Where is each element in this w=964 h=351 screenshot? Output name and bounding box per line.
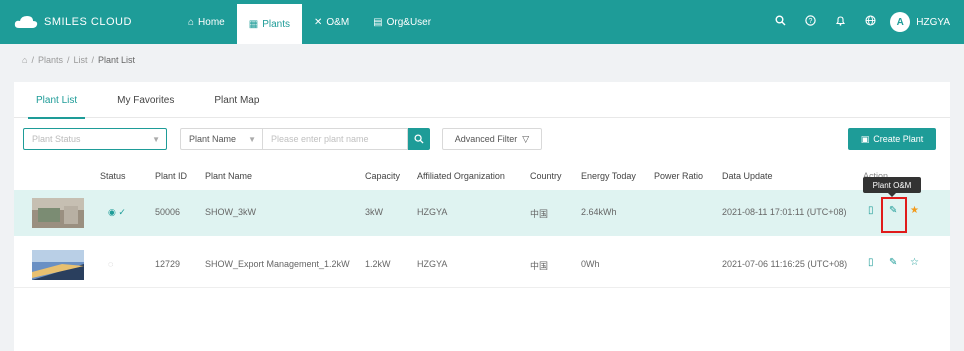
tab-bar: Plant List My Favorites Plant Map	[14, 82, 950, 119]
globe-icon[interactable]	[864, 15, 876, 29]
plant-status-select[interactable]: Plant Status ▼	[23, 128, 167, 150]
col-plant-name[interactable]: Plant Name	[205, 171, 252, 181]
table-row[interactable]: ◉ ✓ 50006 SHOW_3kW 3kW HZGYA 中国 2.64kWh …	[14, 190, 950, 236]
col-data-update[interactable]: Data Update	[722, 171, 773, 181]
favorite-star-icon[interactable]: ★	[910, 205, 919, 216]
plant-id: 50006	[155, 207, 181, 217]
search-group: Plant Name ▼ Please enter plant name	[180, 128, 430, 150]
report-icon[interactable]: ▯	[868, 257, 874, 268]
wifi-online-icon: ◉ ✓	[108, 207, 126, 217]
energy-today: 2.64kWh	[581, 207, 617, 217]
tab-plant-map[interactable]: Plant Map	[198, 82, 275, 118]
capacity: 3kW	[365, 207, 383, 217]
advanced-filter-button[interactable]: Advanced Filter ▽	[442, 128, 542, 150]
breadcrumb-list[interactable]: List	[73, 55, 87, 65]
breadcrumb-plants[interactable]: Plants	[38, 55, 63, 65]
filter-bar: Plant Status ▼ Plant Name ▼ Please enter…	[23, 128, 542, 150]
create-plant-button[interactable]: ▣ Create Plant	[848, 128, 936, 150]
filter-icon: ▽	[522, 133, 530, 144]
search-field-select[interactable]: Plant Name ▼	[180, 128, 262, 150]
chevron-down-icon: ▼	[248, 134, 256, 144]
org-icon: ▤	[373, 16, 383, 28]
col-org[interactable]: Affiliated Organization	[417, 171, 505, 181]
data-update: 2021-08-11 17:01:11 (UTC+08)	[722, 207, 847, 217]
table-row[interactable]: ◌ 12729 SHOW_Export Management_1.2kW 1.2…	[14, 242, 950, 288]
search-button[interactable]	[408, 128, 430, 150]
plant-name[interactable]: SHOW_3kW	[205, 207, 256, 217]
search-field-label: Plant Name	[189, 134, 237, 144]
create-plant-icon: ▣	[860, 133, 870, 144]
chevron-down-icon: ▼	[152, 134, 160, 144]
nav-om[interactable]: ✕ O&M	[302, 0, 361, 44]
help-icon[interactable]: ?	[804, 15, 816, 29]
breadcrumb-current: Plant List	[98, 55, 136, 65]
favorite-star-outline-icon[interactable]: ☆	[910, 257, 919, 268]
tab-plant-list[interactable]: Plant List	[20, 82, 93, 119]
bell-icon[interactable]	[834, 15, 846, 29]
country: 中国	[530, 261, 549, 271]
search-icon[interactable]	[774, 15, 786, 29]
nav-plants-label: Plants	[262, 18, 290, 30]
search-input[interactable]: Please enter plant name	[262, 128, 408, 150]
table-header: Status Plant ID Plant Name Capacity Affi…	[14, 166, 950, 188]
home-icon: ⌂	[188, 16, 195, 28]
callout-highlight-box	[881, 197, 907, 233]
search-icon	[414, 134, 424, 144]
username[interactable]: HZGYA	[916, 17, 950, 28]
tools-icon: ✕	[313, 16, 323, 28]
search-input-placeholder: Please enter plant name	[271, 134, 369, 144]
capacity: 1.2kW	[365, 259, 391, 269]
create-plant-label: Create Plant	[873, 134, 924, 144]
wifi-offline-icon: ◌	[108, 259, 114, 269]
plant-status-placeholder: Plant Status	[32, 134, 81, 144]
plant-thumbnail[interactable]	[32, 250, 84, 280]
country: 中国	[530, 209, 549, 219]
col-country[interactable]: Country	[530, 171, 562, 181]
organization: HZGYA	[417, 259, 448, 269]
app-logo[interactable]: SMILES CLOUD	[14, 15, 164, 29]
nav-home[interactable]: ⌂ Home	[176, 0, 237, 44]
report-icon[interactable]: ▯	[868, 205, 874, 216]
header-tools: ? A HZGYA	[756, 0, 950, 44]
plant-thumbnail[interactable]	[32, 198, 84, 228]
col-plant-id[interactable]: Plant ID	[155, 171, 187, 181]
svg-text:?: ?	[808, 18, 812, 25]
plant-list-panel: Plant List My Favorites Plant Map Plant …	[14, 82, 950, 351]
energy-today: 0Wh	[581, 259, 600, 269]
top-navbar: SMILES CLOUD ⌂ Home ▦ Plants ✕ O&M ▤ Org…	[0, 0, 964, 44]
plant-id: 12729	[155, 259, 181, 269]
breadcrumb: ⌂ / Plants / List / Plant List	[22, 55, 136, 65]
organization: HZGYA	[417, 207, 448, 217]
home-icon[interactable]: ⌂	[22, 55, 27, 65]
col-capacity[interactable]: Capacity	[365, 171, 400, 181]
nav-home-label: Home	[198, 16, 225, 28]
app-name: SMILES CLOUD	[44, 16, 132, 28]
plant-om-tooltip: Plant O&M	[863, 177, 921, 197]
nav-plants[interactable]: ▦ Plants	[236, 4, 302, 44]
nav-om-label: O&M	[326, 16, 350, 28]
advanced-filter-label: Advanced Filter	[454, 134, 518, 144]
avatar[interactable]: A	[890, 12, 911, 32]
col-energy-today[interactable]: Energy Today	[581, 171, 636, 181]
plant-om-wrench-icon[interactable]: ✎	[889, 257, 897, 268]
tab-my-favorites[interactable]: My Favorites	[101, 82, 190, 118]
col-status[interactable]: Status	[100, 171, 126, 181]
plant-name[interactable]: SHOW_Export Management_1.2kW	[205, 259, 350, 269]
cloud-icon	[14, 15, 38, 29]
data-update: 2021-07-06 11:16:25 (UTC+08)	[722, 259, 848, 269]
col-power-ratio[interactable]: Power Ratio	[654, 171, 703, 181]
nav-org-user[interactable]: ▤ Org&User	[361, 0, 443, 44]
nav-org-user-label: Org&User	[386, 16, 432, 28]
main-nav: ⌂ Home ▦ Plants ✕ O&M ▤ Org&User	[176, 0, 443, 44]
plants-icon: ▦	[248, 18, 259, 30]
